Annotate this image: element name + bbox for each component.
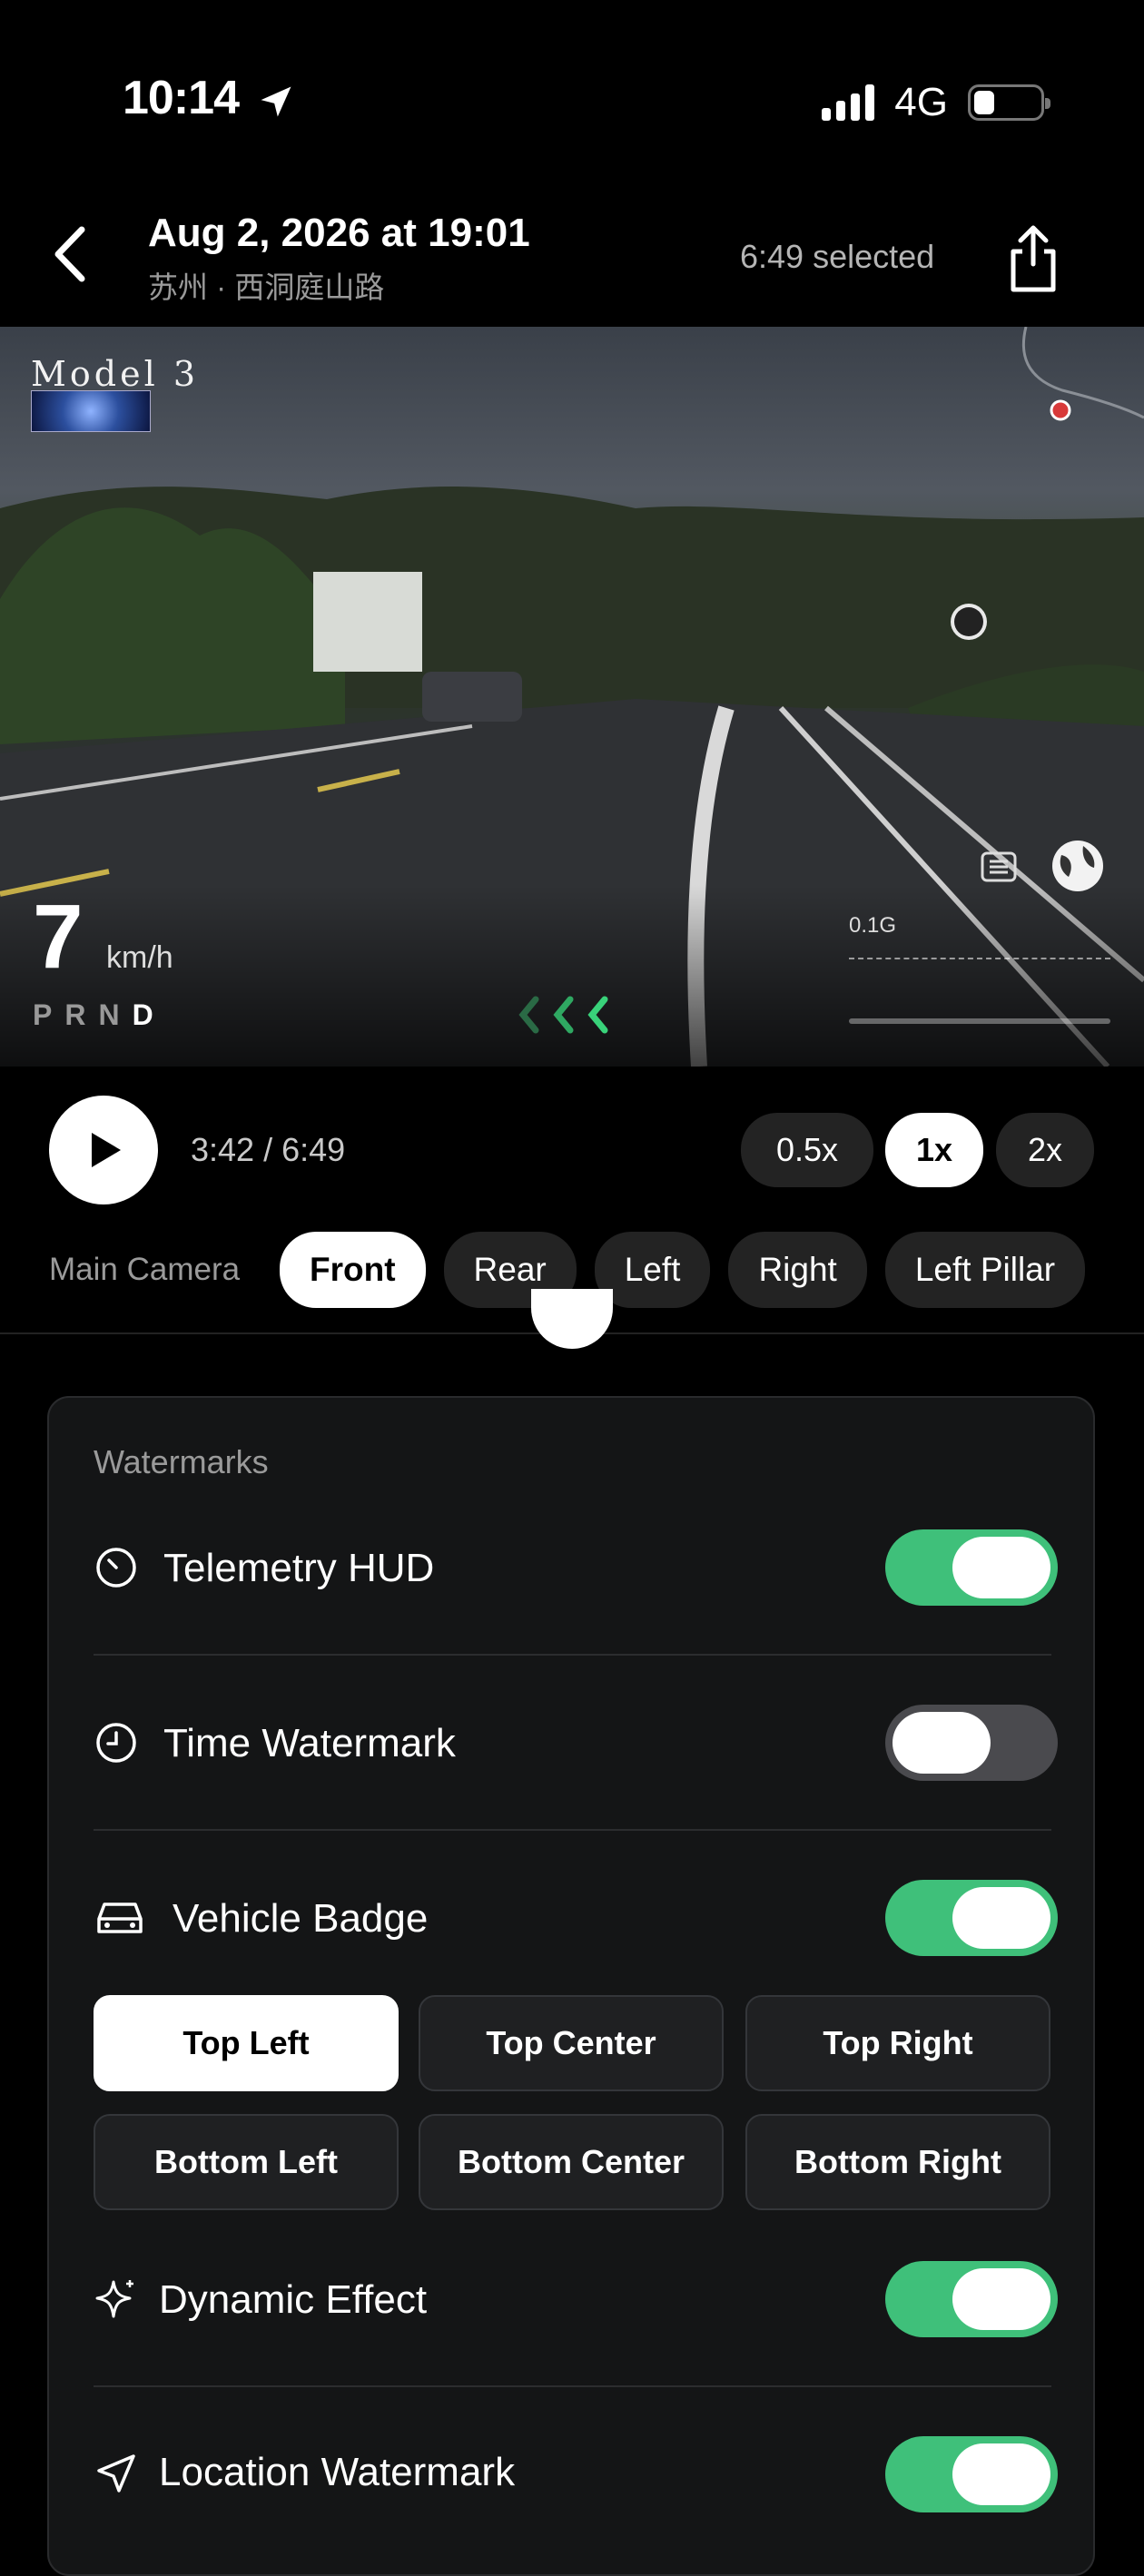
speed-unit: km/h bbox=[106, 940, 173, 975]
g-force-graph bbox=[849, 958, 1110, 959]
position-bottom-left[interactable]: Bottom Left bbox=[94, 2114, 399, 2210]
status-indicators: 4G bbox=[822, 80, 1050, 125]
location-watermark-toggle[interactable] bbox=[885, 2436, 1058, 2512]
sheet-drag-handle[interactable] bbox=[531, 1289, 613, 1349]
gauge-icon bbox=[96, 1548, 136, 1588]
camera-selector: Front Rear Left Right Left Pillar bbox=[280, 1232, 1106, 1308]
status-time: 10:14 bbox=[123, 72, 240, 124]
vehicle-badge-thumbnail bbox=[31, 390, 151, 432]
speed-1x-button[interactable]: 1x bbox=[885, 1113, 983, 1187]
video-progress-bar[interactable] bbox=[849, 1018, 1110, 1024]
vehicle-badge-logo: Model 3 bbox=[31, 354, 200, 394]
document-icon[interactable] bbox=[981, 851, 1017, 882]
watermarks-title: Watermarks bbox=[94, 1443, 269, 1480]
telemetry-hud-toggle[interactable] bbox=[885, 1529, 1058, 1606]
signal-icon bbox=[822, 84, 875, 121]
main-camera-label: Main Camera bbox=[49, 1252, 241, 1287]
map-inset[interactable] bbox=[953, 327, 1144, 481]
play-button[interactable] bbox=[49, 1096, 158, 1204]
location-arrow-icon bbox=[97, 2454, 135, 2492]
globe-icon[interactable] bbox=[1049, 837, 1107, 895]
car-icon bbox=[97, 1903, 143, 1933]
sparkle-icon bbox=[95, 2280, 133, 2318]
gear-p: P bbox=[33, 998, 65, 1031]
turn-signal-icon bbox=[518, 996, 608, 1034]
vehicle-badge-label: Vehicle Badge bbox=[173, 1896, 429, 1941]
gear-n: N bbox=[98, 998, 133, 1031]
location-subtitle: 苏州 · 西洞庭山路 bbox=[148, 270, 385, 304]
time-watermark-label: Time Watermark bbox=[163, 1721, 456, 1765]
camera-right[interactable]: Right bbox=[728, 1232, 867, 1308]
selection-count: 6:49 selected bbox=[740, 238, 935, 275]
gear-r: R bbox=[64, 998, 99, 1031]
page-title: Aug 2, 2026 at 19:01 bbox=[148, 211, 530, 255]
dynamic-effect-toggle[interactable] bbox=[885, 2261, 1058, 2337]
position-top-left[interactable]: Top Left bbox=[94, 1995, 399, 2091]
vehicle-badge-toggle[interactable] bbox=[885, 1880, 1058, 1956]
network-type: 4G bbox=[894, 80, 948, 124]
speed-value: 7 bbox=[33, 886, 84, 988]
time-watermark-toggle[interactable] bbox=[885, 1705, 1058, 1781]
camera-left-pillar[interactable]: Left Pillar bbox=[884, 1232, 1086, 1308]
play-icon bbox=[92, 1133, 121, 1167]
back-button[interactable] bbox=[45, 222, 100, 286]
position-top-right[interactable]: Top Right bbox=[745, 1995, 1050, 2091]
playback-time: 3:42 / 6:49 bbox=[191, 1131, 346, 1168]
camera-front[interactable]: Front bbox=[280, 1232, 426, 1308]
dynamic-effect-label: Dynamic Effect bbox=[159, 2277, 428, 2322]
gear-d: D bbox=[132, 998, 166, 1031]
row-divider bbox=[94, 2385, 1051, 2387]
row-divider bbox=[94, 1829, 1051, 1831]
speed-0-5x-button[interactable]: 0.5x bbox=[741, 1113, 873, 1187]
position-bottom-right[interactable]: Bottom Right bbox=[745, 2114, 1050, 2210]
battery-icon bbox=[968, 84, 1050, 121]
speed-2x-button[interactable]: 2x bbox=[996, 1113, 1094, 1187]
gear-indicator: PRND bbox=[33, 998, 166, 1032]
position-top-center[interactable]: Top Center bbox=[419, 1995, 724, 2091]
location-watermark-label: Location Watermark bbox=[159, 2450, 516, 2494]
share-button[interactable] bbox=[1006, 222, 1060, 295]
location-arrow-icon bbox=[261, 86, 291, 117]
clock-icon bbox=[96, 1723, 136, 1763]
position-bottom-center[interactable]: Bottom Center bbox=[419, 2114, 724, 2210]
g-force-label: 0.1G bbox=[849, 913, 897, 938]
row-divider bbox=[94, 1654, 1051, 1656]
telemetry-hud-label: Telemetry HUD bbox=[163, 1546, 435, 1590]
